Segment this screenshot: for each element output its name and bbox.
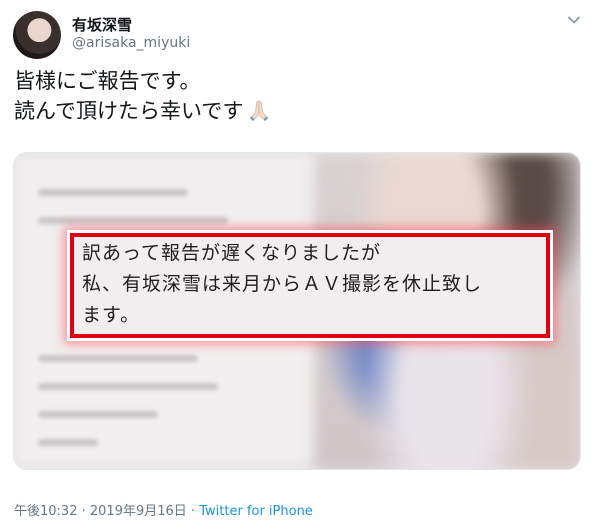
chevron-down-icon[interactable] <box>566 12 582 28</box>
author-handle[interactable]: @arisaka_miyuki <box>72 35 190 51</box>
footer-separator-1: · <box>81 504 86 519</box>
tweet-date[interactable]: 2019年9月16日 <box>90 504 187 519</box>
tweet-source-link[interactable]: Twitter for iPhone <box>199 504 313 519</box>
highlight-line-1: 訳あって報告が遅くなりましたが <box>82 242 382 264</box>
tweet-footer: 午後10:32 · 2019年9月16日 · Twitter for iPhon… <box>14 500 313 519</box>
tweet-line-2: 読んで頂けたら幸いです <box>14 96 271 126</box>
tweet-line-1: 皆様にご報告です。 <box>14 69 201 93</box>
folded-hands-icon <box>250 100 269 121</box>
avatar[interactable] <box>13 11 61 59</box>
highlighted-announcement: 訳あって報告が遅くなりましたが 私、有坂深雪は来月からＡＶ撮影を休止致し ます。 <box>70 233 550 338</box>
highlight-line-2: 私、有坂深雪は来月からＡＶ撮影を休止致し <box>82 273 483 295</box>
footer-separator-2: · <box>190 504 196 519</box>
author-display-name[interactable]: 有坂深雪 <box>72 14 132 35</box>
tweet-image[interactable]: 訳あって報告が遅くなりましたが 私、有坂深雪は来月からＡＶ撮影を休止致し ます。 <box>13 152 581 470</box>
tweet-time[interactable]: 午後10:32 <box>14 504 77 519</box>
tweet-line-2-text: 読んで頂けたら幸いです <box>14 99 244 123</box>
tweet-text: 皆様にご報告です。 読んで頂けたら幸いです <box>14 66 271 126</box>
highlight-line-3: ます。 <box>82 304 141 326</box>
